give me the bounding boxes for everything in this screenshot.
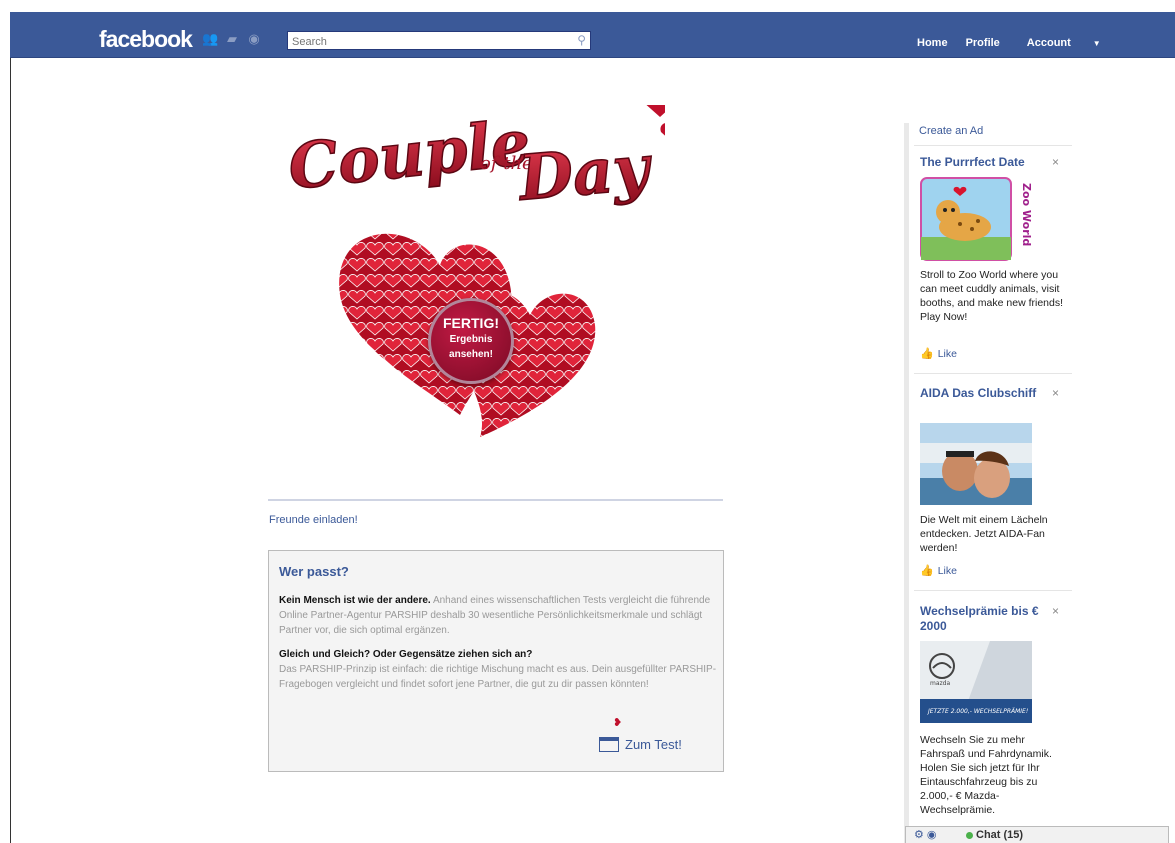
chat-bar: ⚙ ◉ Chat (15) xyxy=(905,826,1169,843)
friend-requests-icon[interactable]: 👥 xyxy=(202,32,218,46)
title-heart-large xyxy=(646,105,665,117)
ad-2-text: Die Welt mit einem Lächeln entdecken. Je… xyxy=(920,514,1048,554)
ad-2-like-button[interactable]: 👍 Like xyxy=(920,564,957,578)
ad-2-like-label: Like xyxy=(937,564,957,577)
ad-3-text: Wechseln Sie zu mehr Fahrspaß und Fahrdy… xyxy=(920,734,1052,816)
ad-1-like-label: Like xyxy=(937,347,957,360)
sidebar-divider xyxy=(914,373,1072,374)
ad-3-brand-text: mazda xyxy=(930,680,950,687)
badge-line-2: Ergebnis xyxy=(449,334,493,345)
info-box: Wer passt? Kein Mensch ist wie der ander… xyxy=(268,550,724,772)
ad-2-title[interactable]: AIDA Das Clubschiff xyxy=(920,386,1040,401)
search-box: ⚲ xyxy=(287,31,591,51)
facebook-logo[interactable]: facebook xyxy=(99,26,193,53)
zum-test-button[interactable]: Zum Test! xyxy=(599,737,682,752)
fertig-result-button[interactable]: FERTIG! Ergebnis ansehen! xyxy=(428,298,514,384)
info-paragraph-2-lead: Gleich und Gleich? Oder Gegensätze ziehe… xyxy=(279,649,533,660)
nav-home[interactable]: Home xyxy=(908,37,957,49)
ad-2-close-icon[interactable]: × xyxy=(1052,386,1059,400)
notification-jewels: 👥 ▰ ◉ xyxy=(202,32,262,46)
nav-account-label: Account xyxy=(1026,37,1071,49)
title-art-text-day: Day xyxy=(514,130,656,210)
invite-friends-link[interactable]: Freunde einladen! xyxy=(269,514,358,526)
info-paragraph-1-lead: Kein Mensch ist wie der andere. xyxy=(279,595,431,606)
top-nav: Home Profile Account ▼ xyxy=(908,37,1119,49)
zum-test-label: Zum Test! xyxy=(625,737,682,752)
ad-2-aida-image[interactable] xyxy=(920,423,1032,505)
ad-1-close-icon[interactable]: × xyxy=(1052,155,1059,169)
badge-line-1: FERTIG! xyxy=(443,315,499,331)
info-paragraph-1: Kein Mensch ist wie der andere. Anhand e… xyxy=(279,593,719,638)
info-paragraph-2-body: Das PARSHIP-Prinzip ist einfach: die ric… xyxy=(279,664,717,690)
ads-sidebar: Create an Ad The Purrrfect Date × Zoo Wo… xyxy=(904,123,1072,843)
chat-label: Chat (15) xyxy=(976,829,1024,841)
thumbs-up-icon: 👍 xyxy=(920,565,934,577)
info-paragraph-2: Gleich und Gleich? Oder Gegensätze ziehe… xyxy=(279,647,719,692)
calendar-icon xyxy=(599,737,619,752)
ad-1-zoo-world-image[interactable]: Zoo World xyxy=(920,177,1032,261)
chat-button[interactable]: Chat (15) xyxy=(966,829,1023,841)
small-hearts-icon: ❥ xyxy=(613,717,623,729)
chevron-down-icon: ▼ xyxy=(1092,39,1101,48)
chat-settings-icons[interactable]: ⚙ ◉ xyxy=(914,828,937,841)
title-heart-medium xyxy=(660,123,665,136)
create-ad-link[interactable]: Create an Ad xyxy=(919,125,983,137)
sidebar-divider xyxy=(914,145,1072,146)
ad-1-title[interactable]: The Purrrfect Date xyxy=(920,155,1040,170)
nav-account[interactable]: Account ▼ xyxy=(1009,37,1119,49)
top-bar: facebook 👥 ▰ ◉ ⚲ Home Profile Account ▼ xyxy=(10,12,1175,58)
couple-of-the-day-title-art: Couple of the Day xyxy=(285,105,665,210)
ad-1-like-button[interactable]: 👍 Like xyxy=(920,347,957,361)
ad-3-title[interactable]: Wechselprämie bis € 2000 xyxy=(920,604,1045,634)
badge-line-3: ansehen! xyxy=(449,349,493,360)
sidebar-divider xyxy=(914,590,1072,591)
ad-3-close-icon[interactable]: × xyxy=(1052,604,1059,618)
ad-1-text: Stroll to Zoo World where you can meet c… xyxy=(920,269,1064,323)
search-icon[interactable]: ⚲ xyxy=(577,33,586,47)
ad-1-brand-text: Zoo World xyxy=(1020,183,1032,246)
nav-profile[interactable]: Profile xyxy=(957,37,1009,49)
online-status-icon xyxy=(966,831,973,839)
ad-3-banner-text: JETZTE 2.000,- WECHSELPRÄMIE! xyxy=(927,708,1028,715)
content-divider xyxy=(268,499,723,501)
ad-3-mazda-image[interactable]: mazda JETZTE 2.000,- WECHSELPRÄMIE! xyxy=(920,641,1032,723)
notifications-globe-icon[interactable]: ◉ xyxy=(246,32,262,46)
info-box-heading: Wer passt? xyxy=(279,564,349,579)
thumbs-up-icon: 👍 xyxy=(920,348,934,360)
messages-icon[interactable]: ▰ xyxy=(224,32,240,46)
search-input[interactable] xyxy=(288,33,567,51)
